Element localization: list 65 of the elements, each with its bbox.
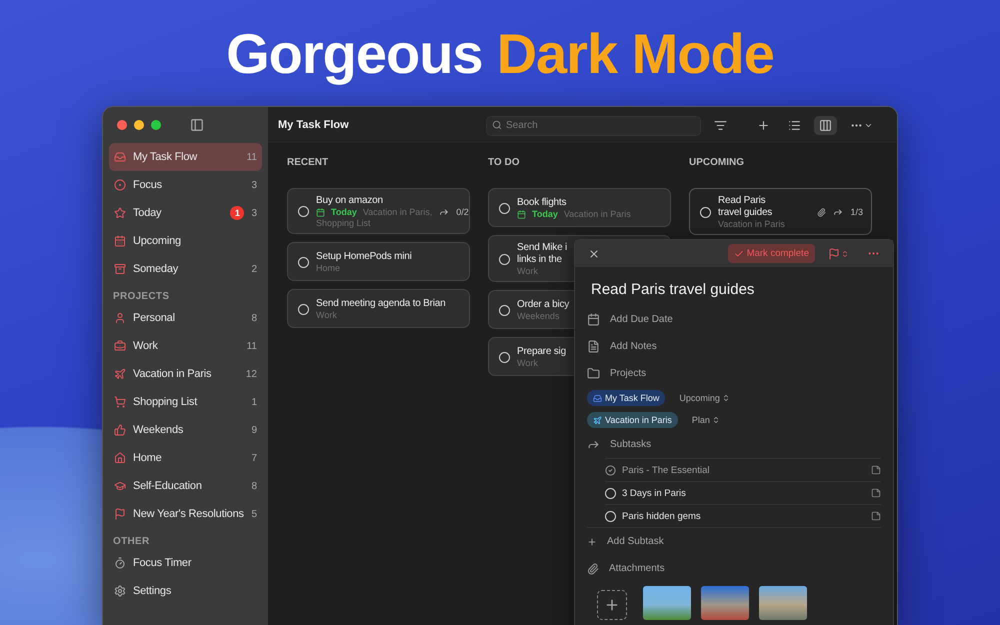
task-title: Send Mike i xyxy=(517,242,568,254)
due-date: Today xyxy=(532,209,558,220)
task-title: travel guides xyxy=(718,207,772,218)
item-count: 3 xyxy=(251,208,257,219)
subtask-title: 3 Days in Paris xyxy=(622,488,687,499)
item-count: 11 xyxy=(246,152,257,163)
item-count: 5 xyxy=(251,508,257,520)
project-name: Work xyxy=(517,266,538,276)
field-label: Subtasks xyxy=(610,439,652,450)
sidebar-label: Weekends xyxy=(133,424,184,436)
column-heading: TO DO xyxy=(488,157,520,168)
section-heading: PROJECTS xyxy=(112,290,170,304)
project-name: Shopping List xyxy=(316,218,372,228)
task-title: Read Paris travel guides xyxy=(590,280,756,300)
headline-text: Dark Mode xyxy=(496,21,774,86)
item-count: 1 xyxy=(251,396,257,408)
task-title: Prepare sig xyxy=(517,346,566,358)
item-count: 8 xyxy=(251,312,257,324)
item-count: 7 xyxy=(251,452,257,464)
sidebar-label: Focus Timer xyxy=(133,557,192,570)
sidebar-label: Vacation in Paris xyxy=(133,368,212,380)
sidebar-label: Someday xyxy=(133,263,180,276)
sidebar-label: Work xyxy=(133,340,159,352)
section-heading: OTHER xyxy=(112,535,150,550)
task-title: Read Paris xyxy=(718,195,766,206)
item-count: 12 xyxy=(246,368,257,380)
subtask-title: Paris hidden gems xyxy=(622,510,702,522)
subtask-title: Paris - The Essential xyxy=(622,464,710,476)
project-name: Vacation in Paris xyxy=(564,209,631,220)
subtask-count: 0/2 xyxy=(456,206,469,217)
task-title: Buy on amazon xyxy=(316,195,383,206)
item-count: 2 xyxy=(251,264,257,275)
project-name: Vacation in Paris xyxy=(718,219,785,230)
item-count: 11 xyxy=(246,340,257,352)
headline-text: Gorgeous xyxy=(226,21,483,86)
due-date: Today xyxy=(331,207,357,218)
item-count: 9 xyxy=(251,424,257,436)
toolbar-title: My Task Flow xyxy=(278,119,350,132)
project-name: Work xyxy=(316,310,337,320)
sidebar-label: Home xyxy=(133,452,163,464)
subtask-count: 1/3 xyxy=(850,207,863,218)
sidebar-label: Personal xyxy=(133,312,176,324)
task-title: links in the xyxy=(517,254,562,266)
sidebar-label: Settings xyxy=(133,585,172,598)
field-label: Attachments xyxy=(609,563,665,574)
sidebar-label: Focus xyxy=(133,179,163,192)
project-name: Vacation in Paris, xyxy=(362,207,432,218)
project-name: Home xyxy=(316,263,340,274)
sidebar-label: Upcoming xyxy=(133,235,182,248)
sidebar-label: Today xyxy=(133,207,162,220)
column-heading: RECENT xyxy=(287,157,330,168)
item-count: 3 xyxy=(251,180,257,191)
sidebar-label: Self-Education xyxy=(133,480,203,492)
task-title: Send meeting agenda to Brian xyxy=(316,298,446,310)
item-count: 8 xyxy=(251,480,257,492)
sidebar-label: Shopping List xyxy=(133,396,198,408)
task-title: Setup HomePods mini xyxy=(316,251,412,262)
notification-badge: 1 xyxy=(230,206,244,220)
project-name: Weekends xyxy=(517,311,560,322)
project-name: Work xyxy=(517,358,538,368)
sidebar-label: My Task Flow xyxy=(133,151,198,164)
sidebar-label: New Year's Resolutions xyxy=(133,508,244,520)
task-title: Order a bicy xyxy=(517,299,570,310)
column-heading: UPCOMING xyxy=(689,157,745,168)
task-title: Book flights xyxy=(517,197,566,208)
